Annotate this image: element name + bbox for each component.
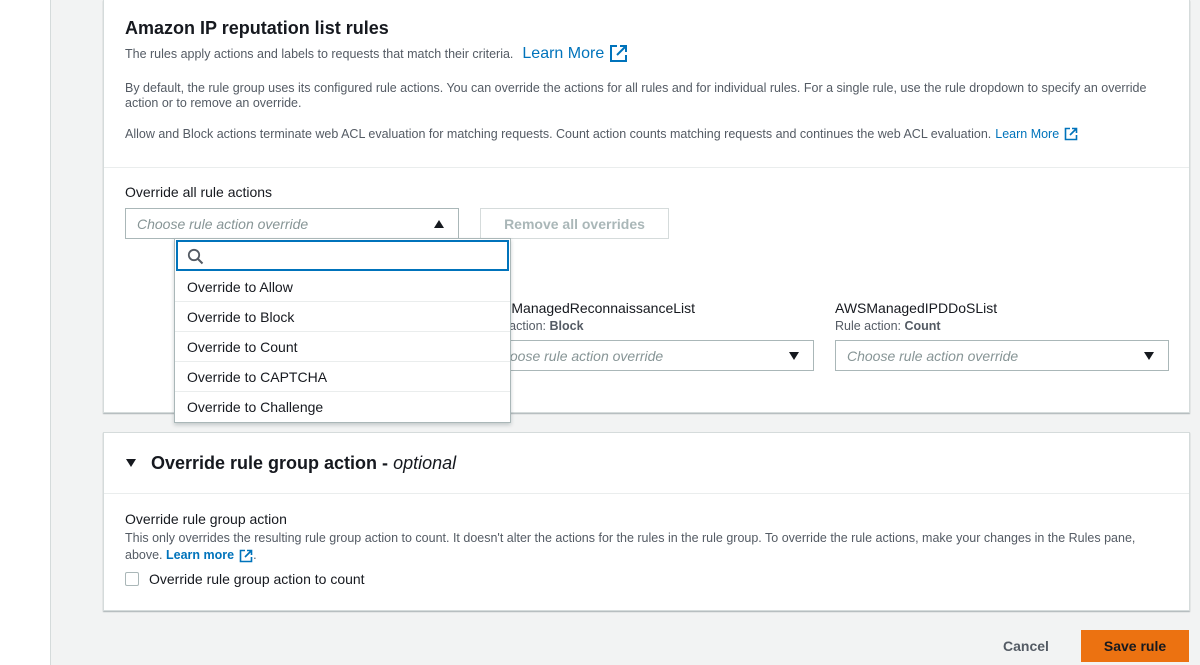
- rule-group-action-description: This only overrides the resulting rule g…: [125, 530, 1165, 564]
- override-to-count-row: Override rule group action to count: [125, 571, 365, 587]
- override-to-count-label: Override rule group action to count: [149, 571, 365, 587]
- learn-more-link[interactable]: Learn More: [522, 44, 628, 63]
- rule-override-select-ipddos[interactable]: Choose rule action override: [835, 340, 1169, 371]
- rule-action: Rule action: Block: [480, 319, 695, 333]
- terminate-explanation-text: Allow and Block actions terminate web AC…: [125, 127, 992, 141]
- external-link-icon: [610, 45, 628, 62]
- rules-panel-description: The rules apply actions and labels to re…: [125, 44, 628, 63]
- left-navigation-strip: [0, 0, 51, 665]
- option-override-block[interactable]: Override to Block: [175, 302, 510, 332]
- caret-down-icon: [789, 352, 799, 360]
- rule-override-placeholder: Choose rule action override: [847, 347, 1019, 364]
- rules-panel-header: Amazon IP reputation list rules The rule…: [104, 0, 1189, 168]
- override-explanation: By default, the rule group uses its conf…: [125, 81, 1147, 110]
- external-link-icon: [239, 549, 253, 562]
- group-desc-period: .: [253, 548, 257, 562]
- rule-group-action-header[interactable]: Override rule group action - optional: [104, 433, 1189, 494]
- save-rule-button[interactable]: Save rule: [1081, 630, 1189, 662]
- rule-item-ipddos: AWSManagedIPDDoSList Rule action: Count: [835, 300, 997, 333]
- group-learn-more-link[interactable]: Learn more: [166, 547, 253, 564]
- rule-override-select-reconnaissance[interactable]: Choose rule action override: [480, 340, 814, 371]
- rule-action: Rule action: Count: [835, 319, 997, 333]
- rule-group-action-panel: Override rule group action - optional Ov…: [103, 432, 1190, 611]
- rule-group-action-title: Override rule group action - optional: [151, 453, 456, 474]
- override-all-label: Override all rule actions: [125, 184, 273, 200]
- rule-override-placeholder: Choose rule action override: [492, 347, 664, 364]
- rule-name: AWSManagedReconnaissanceList: [480, 300, 696, 316]
- rules-panel-title: Amazon IP reputation list rules: [125, 18, 389, 38]
- group-title-text: Override rule group action -: [151, 452, 389, 473]
- rules-description-text: The rules apply actions and labels to re…: [125, 46, 514, 61]
- group-learn-more-label: Learn more: [166, 548, 235, 562]
- caret-down-icon: [1144, 352, 1154, 360]
- override-to-count-checkbox[interactable]: [125, 572, 139, 586]
- rule-group-action-label: Override rule group action: [125, 511, 287, 527]
- search-icon: [187, 248, 204, 265]
- learn-more-link-label: Learn More: [522, 44, 605, 62]
- override-all-placeholder: Choose rule action override: [137, 215, 309, 232]
- caret-down-icon: [126, 459, 136, 467]
- main-content: Amazon IP reputation list rules The rule…: [51, 0, 1200, 665]
- option-override-count[interactable]: Override to Count: [175, 332, 510, 362]
- rule-action-value: Count: [904, 319, 941, 333]
- override-all-dropdown: Override to Allow Override to Block Over…: [174, 238, 511, 423]
- terminate-explanation: Allow and Block actions terminate web AC…: [125, 127, 1185, 141]
- option-override-captcha[interactable]: Override to CAPTCHA: [175, 362, 510, 392]
- group-desc-text: This only overrides the resulting rule g…: [125, 531, 1136, 562]
- group-title-optional: optional: [393, 452, 457, 473]
- rule-name: AWSManagedIPDDoSList: [835, 300, 998, 316]
- external-link-icon: [1064, 127, 1078, 141]
- remove-all-overrides-button[interactable]: Remove all overrides: [480, 208, 669, 239]
- caret-up-icon: [434, 220, 444, 228]
- option-override-allow[interactable]: Override to Allow: [175, 272, 510, 302]
- override-all-select[interactable]: Choose rule action override: [125, 208, 459, 239]
- rule-item-reconnaissance: AWSManagedReconnaissanceList Rule action…: [480, 300, 695, 333]
- dropdown-search-input[interactable]: [176, 240, 509, 271]
- rule-action-value: Block: [549, 319, 584, 333]
- learn-more-small-link[interactable]: Learn More: [995, 127, 1078, 141]
- learn-more-small-label: Learn More: [995, 127, 1060, 141]
- option-override-challenge[interactable]: Override to Challenge: [175, 392, 510, 422]
- cancel-button[interactable]: Cancel: [1000, 630, 1052, 662]
- rule-action-prefix: Rule action:: [835, 319, 902, 333]
